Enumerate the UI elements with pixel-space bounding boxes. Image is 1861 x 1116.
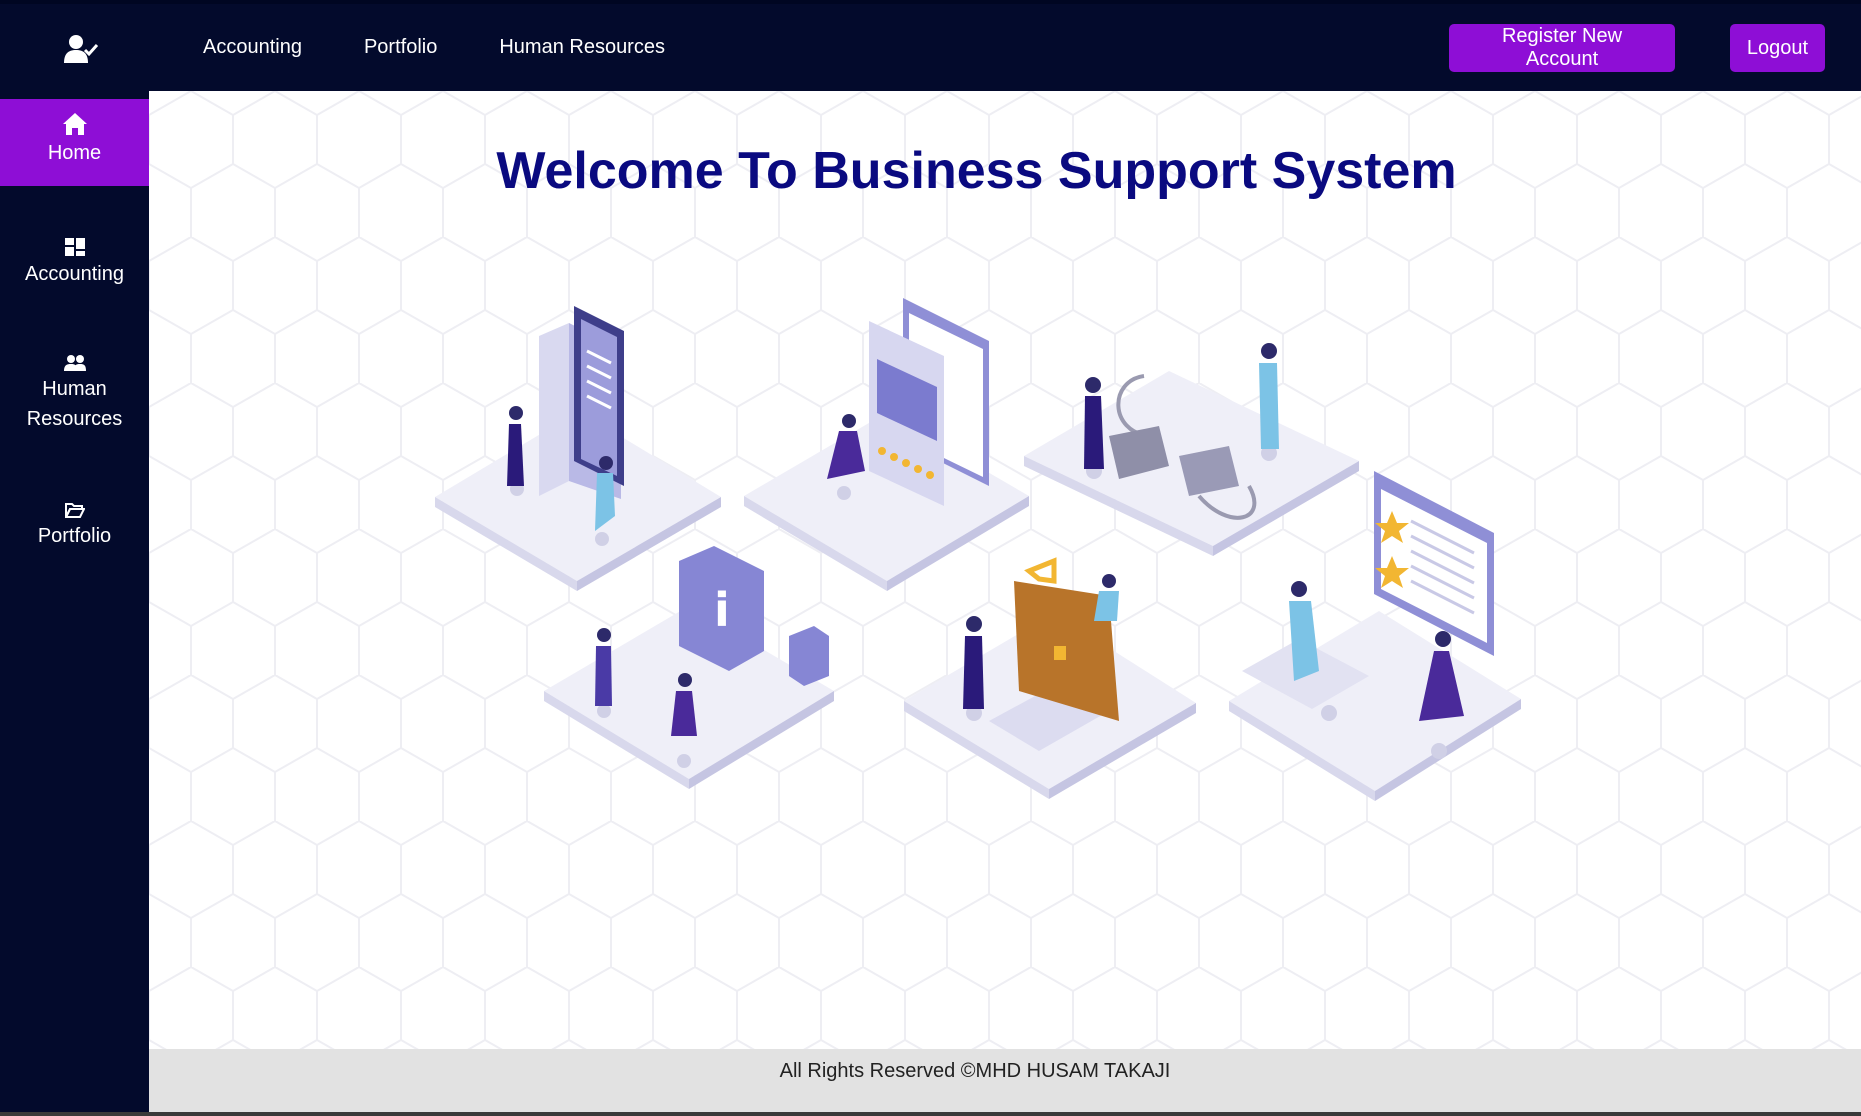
sidebar-item-label: Human Resources [26, 378, 123, 430]
svg-text:i: i [714, 583, 730, 637]
top-nav-portfolio[interactable]: Portfolio [364, 36, 437, 59]
top-nav-links: Accounting Portfolio Human Resources [203, 4, 727, 91]
sidebar-item-human-resources[interactable]: Human Resources [0, 354, 149, 434]
user-check-icon [64, 35, 98, 63]
platform-plug-connection [1024, 343, 1359, 556]
platform-gallery [744, 298, 1029, 591]
sidebar-item-label: Accounting [25, 263, 124, 285]
platform-mobile-document [435, 306, 721, 591]
sidebar-item-accounting[interactable]: Accounting [0, 237, 149, 289]
footer: All Rights Reserved ©MHD HUSAM TAKAJI [149, 1049, 1861, 1112]
top-nav-human-resources[interactable]: Human Resources [499, 36, 665, 59]
sidebar-item-label: Portfolio [37, 525, 112, 547]
main-content: Welcome To Business Support System i [149, 91, 1861, 1049]
copyright-text: All Rights Reserved ©MHD HUSAM TAKAJI [779, 1060, 1171, 1082]
platform-briefcase [904, 557, 1196, 799]
sidebar-item-label: Home [47, 142, 102, 164]
sidebar-item-portfolio[interactable]: Portfolio [0, 501, 149, 551]
folder-open-icon [64, 503, 85, 518]
top-navbar: Accounting Portfolio Human Resources Reg… [0, 4, 1861, 91]
isometric-business-illustration: i [435, 298, 1521, 801]
logout-button[interactable]: Logout [1730, 24, 1825, 72]
users-icon [63, 355, 86, 371]
sidebar-item-home[interactable]: Home [0, 99, 149, 186]
home-icon [62, 113, 87, 135]
register-new-account-button[interactable]: Register New Account [1449, 24, 1675, 72]
sidebar: Home Accounting Human Resources Portfoli… [0, 91, 149, 1112]
window-bottom-edge [0, 1112, 1861, 1116]
dashboard-icon [64, 238, 85, 256]
top-nav-accounting[interactable]: Accounting [203, 36, 302, 59]
